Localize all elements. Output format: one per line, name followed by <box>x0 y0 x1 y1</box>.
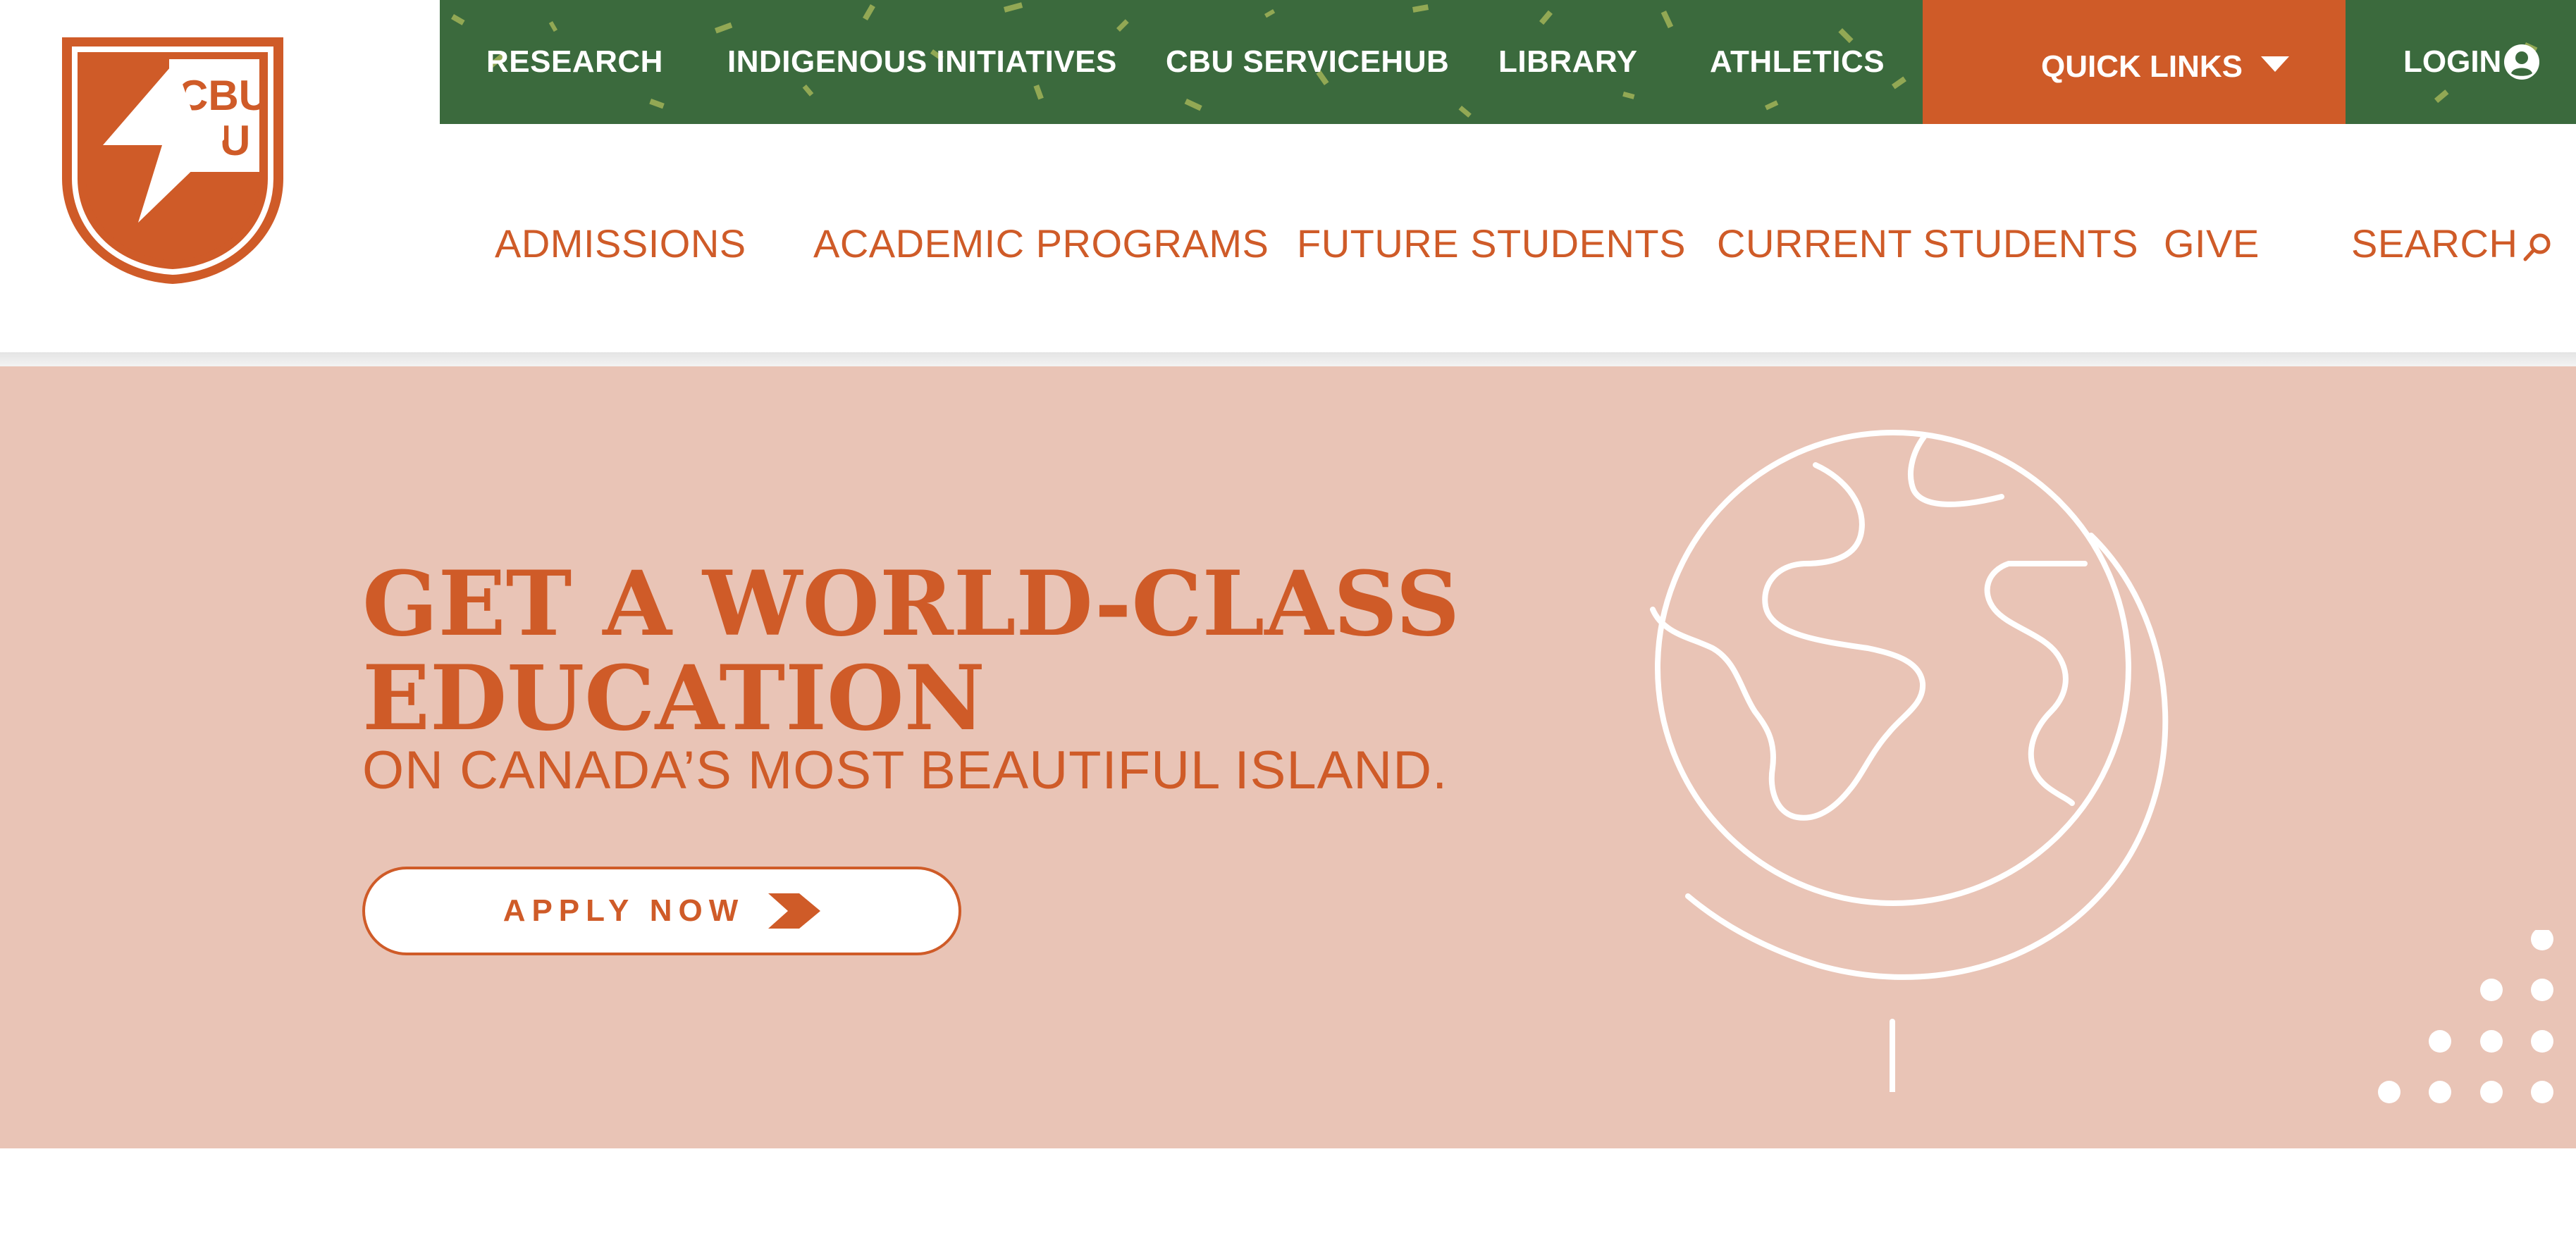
login-button[interactable]: LOGIN <box>2403 0 2539 124</box>
page: CBU U RESEARCH INDIGENOUS INITIATIVES CB… <box>0 0 2576 1259</box>
quick-links-label: QUICK LINKS <box>2041 49 2243 84</box>
caret-down-icon <box>2261 56 2289 72</box>
nav-future-students[interactable]: FUTURE STUDENTS <box>1297 209 1686 279</box>
nav-search-label: SEARCH <box>2351 221 2518 266</box>
hero-headline-line2: EDUCATION <box>362 646 985 750</box>
decorative-dots <box>2378 930 2553 1103</box>
login-label: LOGIN <box>2403 44 2502 79</box>
search-icon <box>2523 233 2551 261</box>
hero-headline-line1: GET A WORLD-CLASS <box>362 552 1460 656</box>
top-link-indigenous-initiatives[interactable]: INDIGENOUS INITIATIVES <box>727 0 1117 124</box>
top-link-library[interactable]: LIBRARY <box>1498 0 1637 124</box>
nav-current-students[interactable]: CURRENT STUDENTS <box>1717 209 2138 279</box>
top-link-athletics[interactable]: ATHLETICS <box>1710 0 1885 124</box>
chevron-arrow-icon <box>768 893 821 929</box>
user-circle-icon <box>2504 44 2539 80</box>
top-link-cbu-servicehub[interactable]: CBU SERVICEHUB <box>1166 0 1449 124</box>
hero-headline: GET A WORLD-CLASS EDUCATION <box>362 557 1490 745</box>
apply-now-button[interactable]: APPLY NOW <box>362 867 961 955</box>
nav-academic-programs[interactable]: ACADEMIC PROGRAMS <box>813 209 1269 279</box>
globe-icon <box>1650 430 2169 1092</box>
main-navigation: ADMISSIONS ACADEMIC PROGRAMS FUTURE STUD… <box>0 124 2576 354</box>
quick-links-button[interactable]: QUICK LINKS <box>1923 0 2346 124</box>
top-link-research[interactable]: RESEARCH <box>486 0 663 124</box>
hero-subline: ON CANADA’S MOST BEAUTIFUL ISLAND. <box>362 740 1448 800</box>
nav-divider <box>0 352 2576 368</box>
apply-now-label: APPLY NOW <box>503 893 745 928</box>
hero-banner: GET A WORLD-CLASS EDUCATION ON CANADA’S … <box>0 366 2576 1148</box>
nav-search[interactable]: SEARCH <box>2351 209 2553 279</box>
nav-admissions[interactable]: ADMISSIONS <box>495 209 746 279</box>
nav-give[interactable]: GIVE <box>2164 209 2260 279</box>
